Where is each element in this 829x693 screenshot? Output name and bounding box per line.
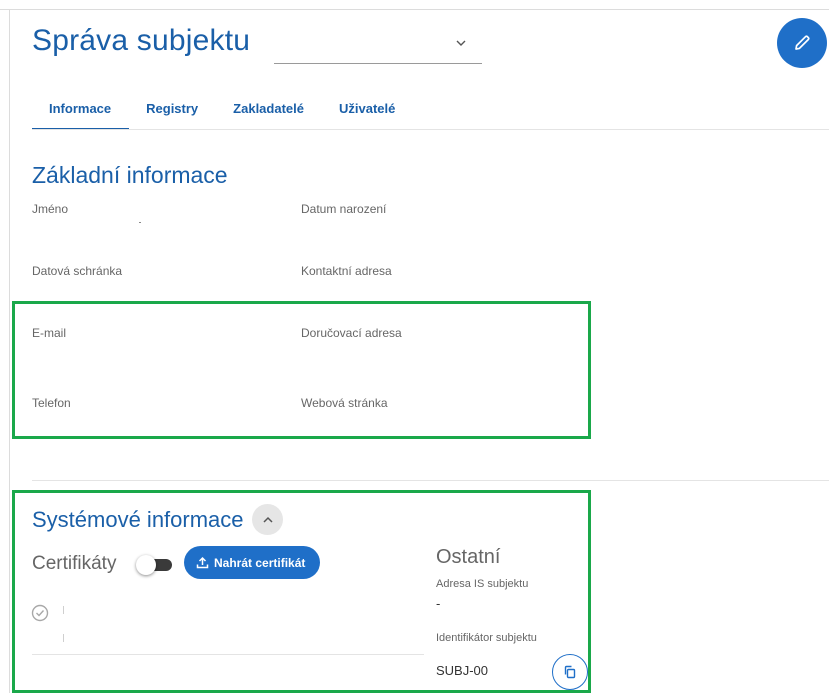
copy-icon [564,665,576,679]
phone-label: Telefon [32,396,71,410]
delivery-address-label: Doručovací adresa [301,326,402,340]
is-address-value: - [436,596,441,611]
section-divider [32,480,829,481]
subject-id-value: SUBJ-00 [436,663,489,678]
tab-informace[interactable]: Informace [32,100,130,130]
frame-top-border [0,9,829,10]
tab-uzivatele[interactable]: Uživatelé [322,100,413,130]
highlight-box-contact [12,301,591,439]
certificate-text-fragment [63,606,64,614]
tabs-divider [32,129,829,130]
chevron-up-icon [262,516,273,523]
collapse-button[interactable] [252,504,283,535]
upload-icon [196,556,209,569]
birth-date-label: Datum narození [301,202,387,216]
toggle-knob [136,555,156,575]
certificate-text-fragment [63,634,64,642]
contact-address-label: Kontaktní adresa [301,264,392,278]
name-label: Jméno [32,202,69,216]
page-title: Správa subjektu [32,24,251,57]
subject-id-label: Identifikátor subjektu [436,632,537,644]
data-box-label: Datová schránka [32,264,123,278]
tab-registry[interactable]: Registry [129,100,216,130]
website-label: Webová stránka [301,396,388,410]
check-circle-icon [31,604,49,622]
is-address-label: Adresa IS subjektu [436,578,529,590]
certificates-toggle[interactable] [136,555,172,575]
frame-left-border [9,9,10,693]
system-info-title: Systémové informace [32,507,244,532]
other-title: Ostatní [436,546,501,568]
certificates-label: Certifikáty [32,553,117,574]
tab-bar: Informace Registry Zakladatelé Uživatelé [32,100,413,130]
upload-certificate-label: Nahrát certifikát [214,555,306,570]
basic-info-title: Základní informace [32,162,228,188]
upload-certificate-button[interactable]: Nahrát certifikát [184,546,320,579]
email-label: E-mail [32,326,67,340]
name-value [139,222,141,223]
edit-button[interactable] [777,18,827,68]
tab-zakladatele[interactable]: Zakladatelé [216,100,322,130]
certificate-list-divider [32,654,424,655]
chevron-down-icon [456,40,466,46]
subject-select[interactable] [274,28,482,64]
copy-button[interactable] [552,654,588,690]
pencil-icon [795,35,810,50]
